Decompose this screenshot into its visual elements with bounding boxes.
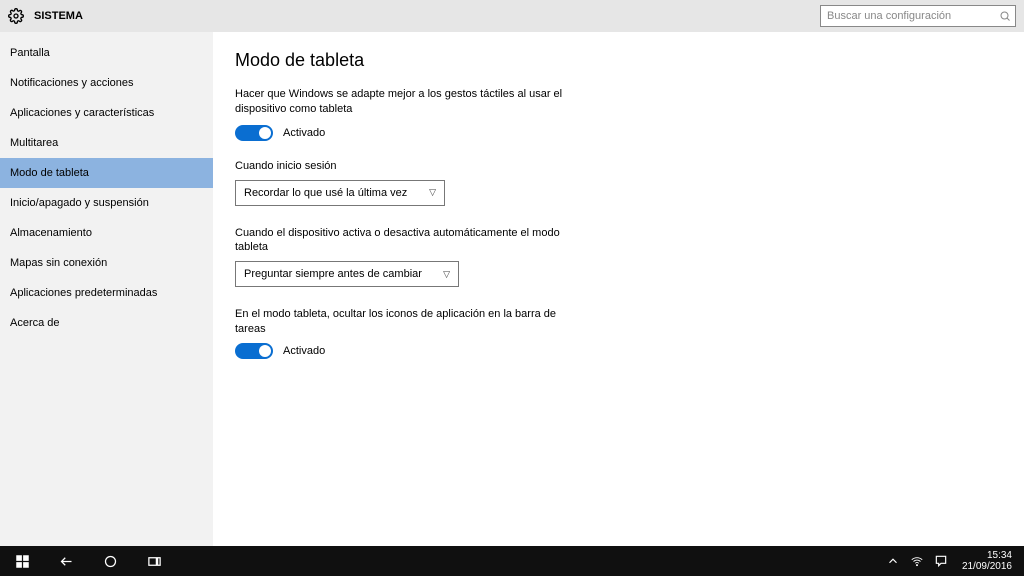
tablet-gestures-toggle[interactable] bbox=[235, 125, 273, 141]
auto-switch-label: Cuando el dispositivo activa o desactiva… bbox=[235, 226, 575, 256]
sidebar-item-pantalla[interactable]: Pantalla bbox=[0, 38, 213, 68]
gear-icon bbox=[8, 8, 24, 24]
clock[interactable]: 15:34 21/09/2016 bbox=[958, 550, 1016, 573]
cortana-button[interactable] bbox=[88, 546, 132, 576]
start-button[interactable] bbox=[0, 546, 44, 576]
clock-time: 15:34 bbox=[962, 550, 1012, 562]
clock-date: 21/09/2016 bbox=[962, 561, 1012, 573]
auto-switch-select-value: Preguntar siempre antes de cambiar bbox=[244, 268, 422, 280]
search-placeholder: Buscar una configuración bbox=[827, 10, 999, 22]
tablet-gestures-state: Activado bbox=[283, 127, 325, 139]
title-bar: SISTEMA Buscar una configuración bbox=[0, 0, 1024, 32]
task-view-button[interactable] bbox=[132, 546, 176, 576]
hide-icons-desc: En el modo tableta, ocultar los iconos d… bbox=[235, 307, 575, 337]
sidebar-item-modo-de-tableta[interactable]: Modo de tableta bbox=[0, 158, 213, 188]
auto-switch-select[interactable]: Preguntar siempre antes de cambiar ▽ bbox=[235, 261, 459, 287]
tablet-gestures-desc: Hacer que Windows se adapte mejor a los … bbox=[235, 87, 565, 117]
signin-select-value: Recordar lo que usé la última vez bbox=[244, 187, 407, 199]
system-tray: 15:34 21/09/2016 bbox=[886, 550, 1024, 573]
sidebar: Pantalla Notificaciones y acciones Aplic… bbox=[0, 32, 213, 546]
chevron-down-icon: ▽ bbox=[443, 269, 450, 280]
sidebar-item-notificaciones[interactable]: Notificaciones y acciones bbox=[0, 68, 213, 98]
signin-label: Cuando inicio sesión bbox=[235, 159, 575, 174]
task-view-icon bbox=[147, 554, 162, 569]
back-button[interactable] bbox=[44, 546, 88, 576]
sidebar-item-inicio-apagado[interactable]: Inicio/apagado y suspensión bbox=[0, 188, 213, 218]
sidebar-item-almacenamiento[interactable]: Almacenamiento bbox=[0, 218, 213, 248]
action-center-icon[interactable] bbox=[934, 554, 948, 568]
signin-select[interactable]: Recordar lo que usé la última vez ▽ bbox=[235, 180, 445, 206]
hide-icons-state: Activado bbox=[283, 345, 325, 357]
sidebar-item-acerca[interactable]: Acerca de bbox=[0, 308, 213, 338]
content-pane: Modo de tableta Hacer que Windows se ada… bbox=[213, 32, 1024, 546]
app-title: SISTEMA bbox=[34, 10, 83, 22]
hide-icons-toggle[interactable] bbox=[235, 343, 273, 359]
wifi-icon[interactable] bbox=[910, 554, 924, 568]
cortana-icon bbox=[103, 554, 118, 569]
sidebar-item-aplicaciones-caracteristicas[interactable]: Aplicaciones y características bbox=[0, 98, 213, 128]
search-input[interactable]: Buscar una configuración bbox=[820, 5, 1016, 27]
taskbar: 15:34 21/09/2016 bbox=[0, 546, 1024, 576]
sidebar-item-aplicaciones-predeterminadas[interactable]: Aplicaciones predeterminadas bbox=[0, 278, 213, 308]
search-icon bbox=[999, 10, 1011, 22]
chevron-up-icon[interactable] bbox=[886, 554, 900, 568]
windows-icon bbox=[15, 554, 30, 569]
sidebar-item-multitarea[interactable]: Multitarea bbox=[0, 128, 213, 158]
chevron-down-icon: ▽ bbox=[429, 187, 436, 198]
arrow-left-icon bbox=[59, 554, 74, 569]
page-title: Modo de tableta bbox=[235, 50, 1002, 71]
sidebar-item-mapas[interactable]: Mapas sin conexión bbox=[0, 248, 213, 278]
